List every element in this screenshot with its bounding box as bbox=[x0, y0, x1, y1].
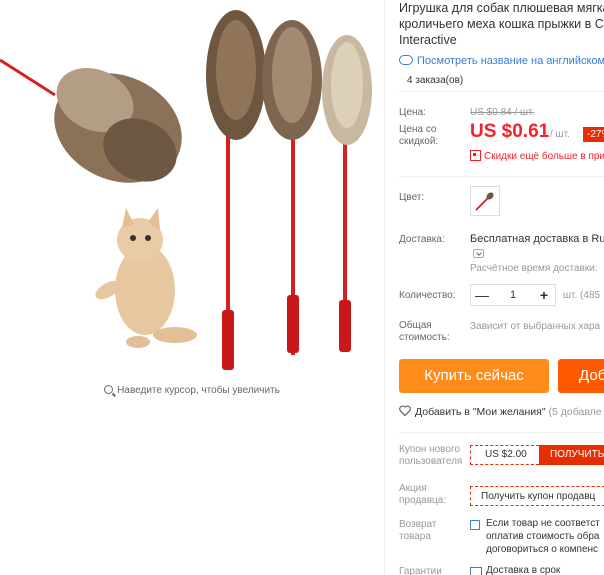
quantity-stepper: — 1 + bbox=[470, 284, 556, 306]
buy-now-button[interactable]: Купить сейчас bbox=[399, 359, 549, 393]
seller-coupon-button[interactable]: Получить купон продавц bbox=[470, 486, 604, 506]
product-info-panel: Игрушка для собак плюшевая мягкая кролич… bbox=[399, 0, 604, 575]
price-unit: / шт. bbox=[550, 129, 570, 140]
coupon-label: Купон нового пользователя bbox=[399, 444, 463, 467]
qr-code-icon bbox=[470, 150, 481, 161]
wishlist-count: (5 добавле bbox=[548, 406, 602, 418]
zoom-hint-text: Наведите курсор, чтобы увеличить bbox=[117, 385, 280, 396]
translate-title-link[interactable]: Посмотреть название на английском bbox=[399, 55, 604, 67]
discount-badge: -27% bbox=[583, 127, 604, 142]
product-title: Игрушка для собак плюшевая мягкая кролич… bbox=[399, 1, 604, 47]
product-main-image[interactable] bbox=[0, 0, 384, 375]
divider bbox=[399, 432, 604, 433]
panel-divider bbox=[384, 0, 385, 575]
heart-icon bbox=[399, 405, 411, 416]
wishlist-label: Добавить в "Мои желания" bbox=[415, 406, 546, 418]
add-to-wishlist-link[interactable]: Добавить в "Мои желания" (5 добавле bbox=[399, 405, 602, 418]
get-coupon-button[interactable]: ПОЛУЧИТЬ bbox=[539, 445, 604, 465]
return-policy-line-3: договориться о компенс bbox=[486, 544, 599, 555]
zoom-hint: Наведите курсор, чтобы увеличить bbox=[0, 385, 384, 396]
orders-count: 4 заказа(ов) bbox=[399, 71, 604, 92]
old-price: US $0.84 / шт. bbox=[470, 107, 535, 118]
return-policy-line-1: Если товар не соответст bbox=[486, 518, 600, 529]
color-option-thumbnail[interactable] bbox=[470, 186, 500, 216]
seller-coupon-text: Получить купон продавц bbox=[481, 491, 596, 502]
coupon-value: US $2.00 bbox=[485, 449, 527, 460]
quantity-input[interactable]: 1 bbox=[493, 285, 533, 305]
new-user-coupon: US $2.00 ПОЛУЧИТЬ bbox=[470, 445, 604, 465]
delivery-time: Расчётное время доставки: bbox=[470, 263, 598, 274]
return-policy-text: Если товар не соответст оплатив стоимост… bbox=[486, 517, 600, 556]
total-label: Общая стоимость: bbox=[399, 320, 450, 343]
quantity-decrease-button[interactable]: — bbox=[471, 285, 493, 305]
shipping-option[interactable]: Бесплатная доставка в Ru bbox=[470, 233, 604, 245]
guarantee-label: Гарантии bbox=[399, 566, 442, 575]
sale-price-label: Цена со скидкой: bbox=[399, 124, 439, 147]
total-note: Зависит от выбранных хара bbox=[470, 321, 601, 332]
translate-icon bbox=[399, 55, 413, 65]
product-gallery: Наведите курсор, чтобы увеличить bbox=[0, 0, 384, 575]
seller-promo-label: Акция продавца: bbox=[399, 483, 447, 506]
returns-label: Возврат товара bbox=[399, 519, 437, 542]
app-promo-link[interactable]: Скидки ещё больше в при bbox=[470, 150, 604, 162]
chevron-down-icon[interactable] bbox=[473, 249, 484, 258]
quantity-label: Количество: bbox=[399, 290, 456, 301]
return-policy-line-2: оплатив стоимость обра bbox=[486, 531, 600, 542]
available-quantity: шт. (485 bbox=[563, 290, 601, 301]
divider bbox=[399, 176, 604, 177]
return-policy-icon bbox=[470, 520, 480, 530]
quantity-increase-button[interactable]: + bbox=[533, 285, 555, 305]
color-label: Цвет: bbox=[399, 192, 425, 203]
guarantee-text: Доставка в срок bbox=[486, 565, 561, 575]
add-to-cart-button[interactable]: Доб bbox=[558, 359, 604, 393]
truck-icon bbox=[470, 567, 482, 575]
magnifier-icon bbox=[104, 385, 114, 394]
app-promo-text: Скидки ещё больше в при bbox=[484, 151, 604, 162]
shipping-label: Доставка: bbox=[399, 234, 445, 245]
translate-link-text: Посмотреть название на английском bbox=[417, 55, 604, 67]
price-label: Цена: bbox=[399, 107, 426, 118]
sale-price: US $0.61 bbox=[470, 121, 550, 142]
